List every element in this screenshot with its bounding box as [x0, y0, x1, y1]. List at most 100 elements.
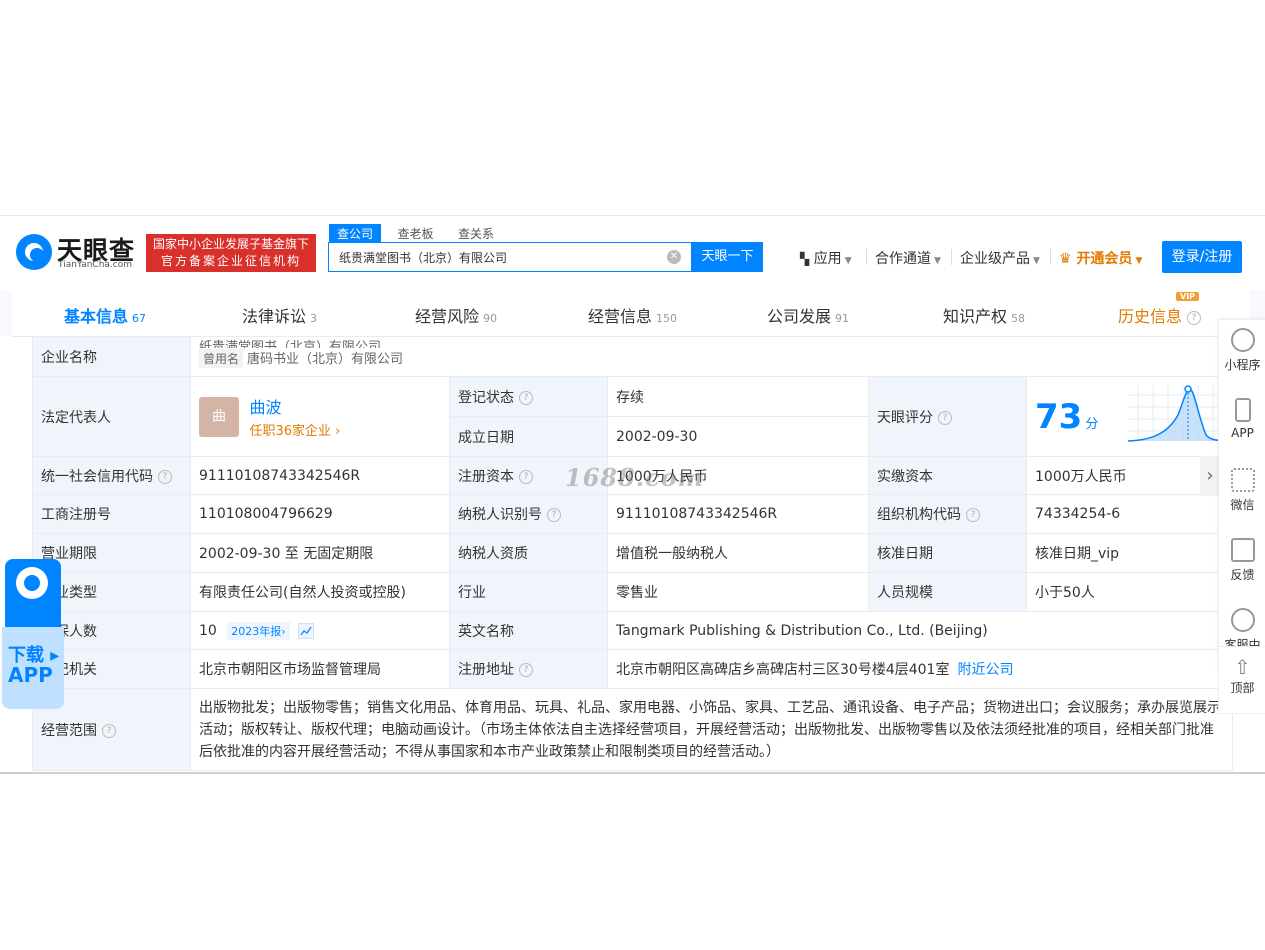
- tianyancha-logo-icon[interactable]: [16, 234, 52, 270]
- mini-program-label: 小程序: [1224, 358, 1261, 372]
- qr-code-icon: [1230, 468, 1255, 492]
- help-icon[interactable]: ?: [519, 390, 533, 405]
- english-name-label: 英文名称: [449, 611, 608, 650]
- help-icon[interactable]: ?: [519, 663, 533, 677]
- tab-development[interactable]: 公司发展 91: [767, 303, 849, 327]
- tab-count: 3: [310, 312, 318, 325]
- rocket-icon: ⇧: [1234, 655, 1251, 679]
- annual-report-link[interactable]: 2023年报›: [227, 621, 290, 640]
- clear-icon[interactable]: ✕: [667, 250, 681, 264]
- wechat-button[interactable]: 微信: [1219, 468, 1265, 530]
- help-icon[interactable]: ?: [102, 723, 116, 738]
- mini-program-icon: [1230, 328, 1255, 352]
- nav-apps-label: 应用: [813, 251, 842, 267]
- org-code-value: 74334254-6: [1025, 494, 1234, 534]
- reg-capital-label-text: 注册资本: [458, 468, 514, 485]
- taxpayer-qual-value: 增值税一般纳税人: [607, 533, 869, 573]
- nav-enterprise-label: 企业级产品: [960, 251, 1030, 267]
- taxpayer-id-label: 纳税人识别号?: [449, 494, 608, 534]
- nav-cooperation[interactable]: 合作通道 ▼: [875, 248, 941, 268]
- score-cell[interactable]: 73 分: [1025, 376, 1234, 457]
- tab-ip[interactable]: 知识产权 58: [943, 303, 1025, 327]
- industry-label: 行业: [449, 572, 608, 612]
- help-icon[interactable]: ?: [158, 469, 172, 484]
- help-icon[interactable]: ?: [966, 508, 980, 522]
- scope-value: 出版物批发；出版物零售；销售文化用品、体育用品、玩具、礼品、家用电器、小饰品、家…: [189, 688, 1234, 771]
- app-logo-icon: [5, 559, 61, 627]
- help-icon[interactable]: ?: [547, 508, 561, 522]
- app-label-big: APP: [8, 663, 53, 687]
- login-button[interactable]: 登录/注册: [1162, 241, 1242, 273]
- vip-badge: VIP: [1176, 292, 1200, 301]
- help-icon[interactable]: ?: [938, 410, 952, 425]
- tab-label: 公司发展: [767, 307, 832, 326]
- legal-rep-info: 曲波 任职36家企业 ›: [249, 394, 340, 439]
- reg-status-value: 存续: [607, 376, 869, 417]
- nav-enterprise-products[interactable]: 企业级产品 ▼: [960, 248, 1040, 268]
- nearby-companies-link[interactable]: 附近公司: [957, 662, 1013, 678]
- address-label-text: 注册地址: [458, 662, 514, 678]
- staff-size-label: 人员规模: [868, 572, 1027, 612]
- tab-legal[interactable]: 法律诉讼 3: [242, 303, 317, 327]
- staff-size-value: 小于50人: [1025, 572, 1234, 612]
- search-button[interactable]: 天眼一下: [692, 242, 763, 272]
- tab-label: 基本信息: [64, 307, 129, 326]
- tab-count: 91: [835, 312, 850, 325]
- insured-value: 10: [199, 622, 217, 639]
- legal-rep-companies-link[interactable]: 任职36家企业 ›: [249, 420, 340, 439]
- tab-label: 法律诉讼: [242, 307, 307, 326]
- gov-badge: 国家中小企业发展子基金旗下 官方备案企业征信机构: [146, 234, 316, 272]
- address-label: 注册地址?: [449, 649, 608, 689]
- phone-icon: [1234, 398, 1251, 422]
- tab-business[interactable]: 经营信息 150: [588, 303, 677, 327]
- top-header: 天眼查 TianYanCha.com 国家中小企业发展子基金旗下 官方备案企业征…: [0, 216, 1265, 290]
- mini-program-button[interactable]: 小程序: [1219, 328, 1265, 390]
- back-to-top-button[interactable]: ⇧ 顶部: [1218, 646, 1265, 714]
- table-row: 企业类型 有限责任公司(自然人投资或控股) 行业 零售业 人员规模 小于50人: [32, 572, 1234, 612]
- nav-vip[interactable]: ♛ 开通会员 ▼: [1059, 248, 1142, 268]
- table-row: 登记机关 北京市朝阳区市场监督管理局 注册地址? 北京市朝阳区高碑店乡高碑店村三…: [32, 649, 1234, 689]
- tab-count: 58: [1011, 312, 1026, 325]
- table-row: 参保人数 10 2023年报› 英文名称 Tangmark Publishing…: [32, 611, 1234, 650]
- tab-label: 知识产权: [943, 307, 1008, 326]
- search-input[interactable]: 纸贵满堂图书（北京）有限公司 ✕: [328, 242, 692, 272]
- approval-date-label: 核准日期: [868, 533, 1027, 573]
- table-row: 企业名称 纸贵满堂图书（北京）有限公司 曾用名 唐码书业（北京）有限公司: [32, 336, 1234, 377]
- est-date-label: 成立日期: [449, 416, 608, 457]
- company-name-cell: 纸贵满堂图书（北京）有限公司 曾用名 唐码书业（北京）有限公司: [189, 336, 1234, 377]
- reg-status-label: 登记状态?: [449, 376, 608, 417]
- tab-search-relation[interactable]: 查关系: [450, 224, 502, 243]
- nav-vip-label: 开通会员: [1076, 251, 1133, 267]
- wechat-label: 微信: [1230, 498, 1255, 512]
- tab-search-company[interactable]: 查公司: [329, 224, 382, 243]
- avatar[interactable]: 曲: [199, 396, 239, 437]
- help-icon[interactable]: ?: [1187, 310, 1202, 325]
- feedback-button[interactable]: 反馈: [1219, 538, 1265, 600]
- download-app-float[interactable]: 下载 ▸ APP: [2, 559, 64, 709]
- help-icon[interactable]: ?: [519, 469, 533, 484]
- tab-risk[interactable]: 经营风险 90: [415, 303, 497, 327]
- tab-basic-info[interactable]: 基本信息 67: [64, 303, 146, 327]
- app-button[interactable]: APP: [1219, 398, 1265, 460]
- tab-history[interactable]: 历史信息?: [1118, 303, 1202, 327]
- tab-label: 历史信息: [1118, 307, 1183, 326]
- credit-code-label: 统一社会信用代码?: [32, 456, 191, 495]
- used-name-value: 唐码书业（北京）有限公司: [247, 351, 404, 367]
- org-code-label: 组织机构代码?: [868, 494, 1027, 534]
- feedback-label: 反馈: [1230, 568, 1255, 582]
- chevron-down-icon: ▼: [1033, 256, 1040, 266]
- nav-divider: [951, 249, 952, 265]
- gov-badge-line2: 官方备案企业征信机构: [160, 254, 301, 268]
- back-to-top-label: 顶部: [1230, 681, 1255, 695]
- legal-rep-name[interactable]: 曲波: [249, 394, 340, 418]
- nav-apps[interactable]: ▚ 应用 ▼: [800, 248, 852, 268]
- taxpayer-id-value: 91110108743342546R: [607, 494, 869, 534]
- biz-reg-no-value: 110108004796629: [190, 494, 450, 534]
- chevron-right-icon[interactable]: ›: [1200, 456, 1220, 496]
- tab-search-boss[interactable]: 查老板: [389, 224, 441, 243]
- chevron-down-icon: ▼: [844, 256, 852, 266]
- trend-chart-icon[interactable]: [298, 622, 315, 639]
- watermark: 1688.com: [565, 463, 705, 492]
- nav-divider: [1050, 249, 1051, 265]
- credit-code-value: 91110108743342546R: [190, 456, 450, 495]
